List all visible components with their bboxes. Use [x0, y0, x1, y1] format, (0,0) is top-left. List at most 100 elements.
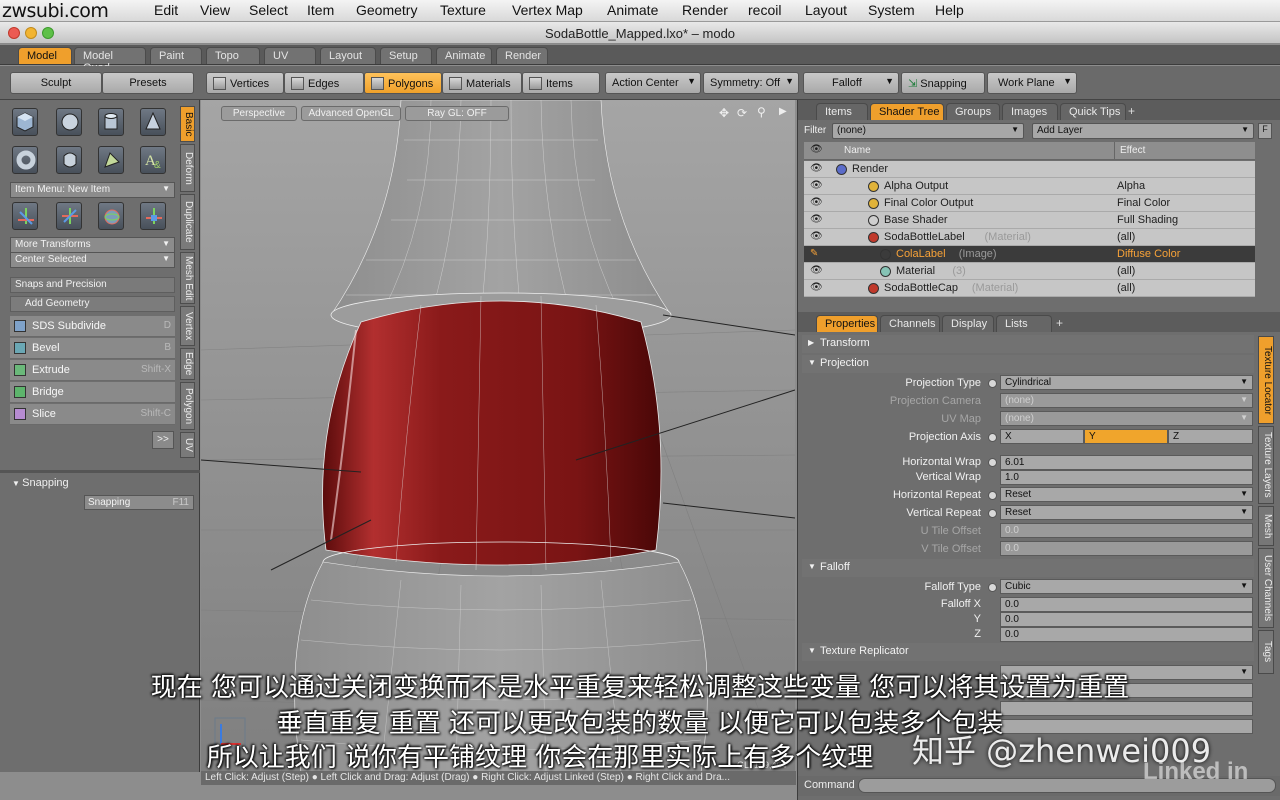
sphere-primitive-button[interactable]	[56, 108, 82, 136]
tab-lists[interactable]: Lists	[996, 315, 1052, 332]
anim-dot[interactable]	[988, 433, 997, 442]
shading-mode-dropdown[interactable]: Advanced OpenGL	[301, 106, 401, 121]
u-offset-input[interactable]: 0.0	[1000, 523, 1253, 538]
snaps-precision-header[interactable]: Snaps and Precision	[10, 277, 175, 293]
projection-camera-dropdown[interactable]: (none) ▼	[1000, 393, 1253, 408]
projection-section[interactable]: ▼ Projection	[802, 355, 1254, 373]
tab-animate[interactable]: Animate	[436, 47, 492, 64]
tab-topo[interactable]: Topo	[206, 47, 260, 64]
more-tools-button[interactable]: >>	[152, 431, 174, 449]
tree-row[interactable]: 👁 Final Color Output Final Color	[804, 195, 1255, 212]
pan-icon[interactable]: ✥	[719, 106, 729, 120]
tab-render[interactable]: Render	[496, 47, 548, 64]
tab-uv[interactable]: UV	[264, 47, 316, 64]
zoom-icon[interactable]: ⚲	[757, 105, 766, 119]
tool-sds-subdivide[interactable]: SDS Subdivide D	[10, 316, 175, 337]
vtab-texture-locator[interactable]: Texture Locator	[1258, 336, 1274, 424]
scale-tool-button[interactable]	[140, 202, 166, 230]
filter-f-button[interactable]: F	[1258, 123, 1272, 139]
cylinder-primitive-button[interactable]	[98, 108, 124, 136]
col-effect[interactable]: Effect	[1120, 145, 1145, 156]
v-wrap-input[interactable]: 1.0	[1000, 470, 1253, 485]
more-transforms-dropdown[interactable]: More Transforms ▼	[10, 237, 175, 253]
menu-edit[interactable]: Edit	[154, 2, 178, 18]
vtab-edge[interactable]: Edge	[180, 348, 195, 380]
falloff-z-input[interactable]: 0.0	[1000, 627, 1253, 642]
anim-dot[interactable]	[988, 491, 997, 500]
falloff-y-input[interactable]: 0.0	[1000, 612, 1253, 627]
menu-recoil[interactable]: recoil	[748, 2, 781, 18]
falloff-dropdown[interactable]: Falloff ▼	[803, 72, 899, 94]
tab-quick-tips[interactable]: Quick Tips	[1060, 103, 1126, 120]
menu-item[interactable]: Item	[307, 2, 334, 18]
vtab-polygon[interactable]: Polygon	[180, 382, 195, 430]
axis-x-button[interactable]: X	[1000, 429, 1084, 444]
menu-render[interactable]: Render	[682, 2, 728, 18]
text-tool-button[interactable]: A &	[140, 146, 166, 174]
add-tab-button[interactable]: +	[1056, 316, 1063, 330]
add-layer-dropdown[interactable]: Add Layer ▼	[1032, 123, 1254, 139]
texture-replicator-section[interactable]: ▼ Texture Replicator	[802, 643, 1254, 661]
perspective-dropdown[interactable]: Perspective	[221, 106, 297, 121]
tab-items[interactable]: Items	[816, 103, 868, 120]
tab-channels[interactable]: Channels	[880, 315, 940, 332]
eye-icon[interactable]: 👁	[810, 197, 823, 208]
v-repeat-dropdown[interactable]: Reset ▼	[1000, 505, 1253, 520]
menu-help[interactable]: Help	[935, 2, 964, 18]
tab-model-quad[interactable]: Model Quad	[74, 47, 146, 74]
tool-slice[interactable]: Slice Shift-C	[10, 404, 175, 425]
rotate-view-icon[interactable]: ⟳	[737, 106, 747, 120]
capsule-primitive-button[interactable]	[56, 146, 82, 174]
tab-shader-tree[interactable]: Shader Tree	[870, 103, 944, 120]
tab-images[interactable]: Images	[1002, 103, 1058, 120]
menu-view[interactable]: View	[200, 2, 230, 18]
h-wrap-input[interactable]: 6.01	[1000, 455, 1253, 470]
menu-system[interactable]: System	[868, 2, 915, 18]
tool-bridge[interactable]: Bridge	[10, 382, 175, 403]
snapping-button[interactable]: ⇲ Snapping	[901, 72, 985, 94]
eye-icon[interactable]: 👁	[810, 282, 823, 293]
anim-dot[interactable]	[988, 509, 997, 518]
tree-row[interactable]: 👁 Alpha Output Alpha	[804, 178, 1255, 195]
menu-layout[interactable]: Layout	[805, 2, 847, 18]
menu-select[interactable]: Select	[249, 2, 288, 18]
pencil-icon[interactable]: ✎	[810, 248, 818, 259]
action-center-dropdown[interactable]: Action Center ▼	[605, 72, 701, 94]
snapping-section-header[interactable]: ▼ Snapping	[12, 477, 69, 489]
viewport-menu-icon[interactable]: ▶	[779, 106, 787, 117]
eye-icon[interactable]: 👁	[810, 214, 823, 225]
anim-dot[interactable]	[988, 379, 997, 388]
transform-section[interactable]: ▶ Transform	[802, 335, 1254, 353]
axis-y-button[interactable]: Y	[1084, 429, 1168, 444]
cone-primitive-button[interactable]	[140, 108, 166, 136]
torus-primitive-button[interactable]	[12, 146, 38, 174]
vtab-mesh[interactable]: Mesh	[1258, 506, 1274, 546]
vtab-vertex[interactable]: Vertex	[180, 306, 195, 346]
vtab-deform[interactable]: Deform	[180, 144, 195, 192]
anim-dot[interactable]	[988, 583, 997, 592]
falloff-section[interactable]: ▼ Falloff	[802, 559, 1254, 577]
tab-layout[interactable]: Layout	[320, 47, 376, 64]
eye-icon[interactable]: 👁	[810, 180, 823, 191]
raygl-toggle[interactable]: Ray GL: OFF	[405, 106, 509, 121]
tree-row[interactable]: 👁 Base Shader Full Shading	[804, 212, 1255, 229]
tree-row[interactable]: 👁 SodaBottleCap (Material) (all)	[804, 280, 1255, 297]
pen-tool-button[interactable]	[98, 146, 124, 174]
tree-row[interactable]: 👁 SodaBottleLabel (Material) (all)	[804, 229, 1255, 246]
vtab-user-channels[interactable]: User Channels	[1258, 548, 1274, 628]
eye-icon[interactable]: 👁	[810, 231, 823, 242]
cube-primitive-button[interactable]	[12, 108, 38, 136]
vtab-texture-layers[interactable]: Texture Layers	[1258, 426, 1274, 504]
uv-map-dropdown[interactable]: (none) ▼	[1000, 411, 1253, 426]
filter-dropdown[interactable]: (none) ▼	[832, 123, 1024, 139]
item-menu-dropdown[interactable]: Item Menu: New Item ▼	[10, 182, 175, 198]
tool-bevel[interactable]: Bevel B	[10, 338, 175, 359]
snapping-toggle-button[interactable]: Snapping F11	[84, 495, 194, 510]
sculpt-button[interactable]: Sculpt	[10, 72, 102, 94]
center-selected-dropdown[interactable]: Center Selected ▼	[10, 252, 175, 268]
col-name[interactable]: Name	[844, 145, 871, 156]
edges-button[interactable]: Edges	[284, 72, 364, 94]
v-offset-input[interactable]: 0.0	[1000, 541, 1253, 556]
tree-row[interactable]: ✎ ColaLabel (Image) Diffuse Color	[804, 246, 1255, 263]
eye-icon[interactable]: 👁	[810, 265, 823, 276]
